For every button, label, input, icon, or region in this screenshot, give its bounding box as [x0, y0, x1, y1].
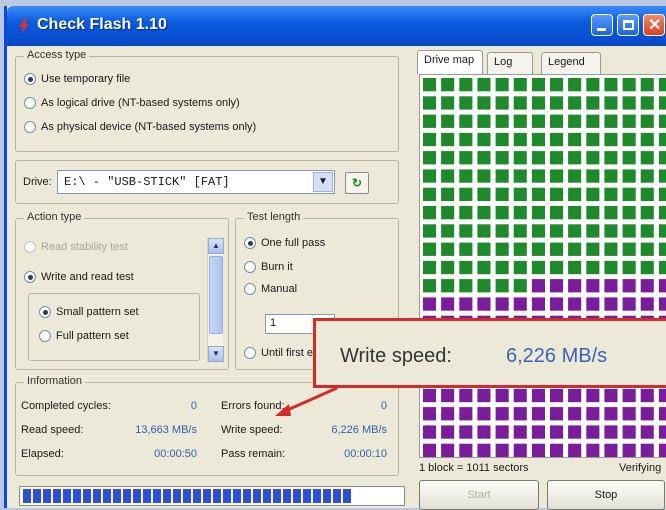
callout-label: Write speed:	[340, 345, 452, 367]
callout-arrow	[275, 386, 338, 416]
write-speed-callout: Write speed: 6,226 MB/s	[313, 318, 666, 388]
callout-value: 6,226 MB/s	[506, 345, 608, 367]
main-window: Check Flash 1.10 ✕ Access type Use tempo…	[4, 6, 666, 510]
